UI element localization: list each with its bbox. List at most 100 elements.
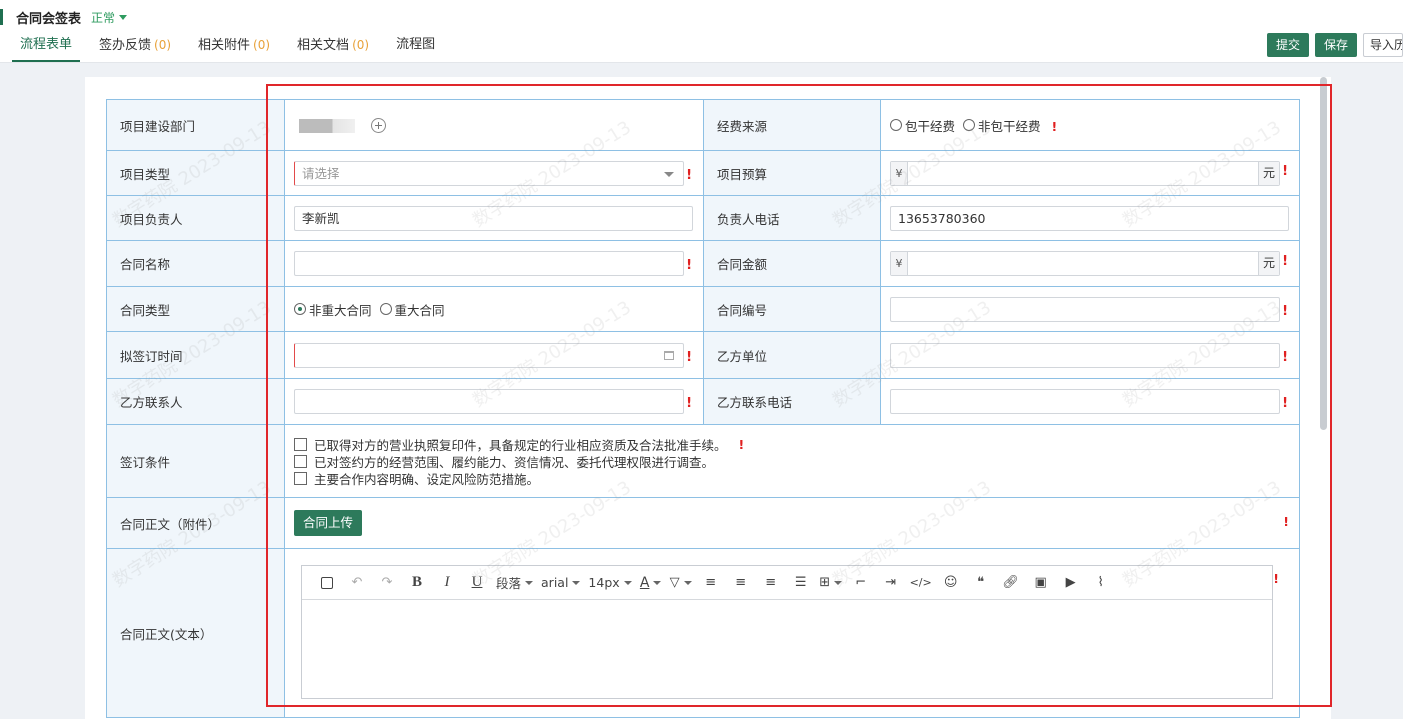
emoji-icon[interactable]: ☺ bbox=[936, 573, 966, 593]
tab-count: (0) bbox=[253, 38, 271, 52]
align-left-icon[interactable]: ≡ bbox=[696, 573, 726, 593]
sign-date-label: 拟签订时间 bbox=[106, 331, 285, 379]
conditions-cell: 已取得对方的营业执照复印件，具备规定的行业相应资质及合法批准手续。! 已对签约方… bbox=[284, 424, 1300, 498]
status-dropdown[interactable]: 正常 bbox=[91, 9, 128, 26]
tab-label: 流程表单 bbox=[20, 37, 73, 52]
contract-name-input[interactable]: ! bbox=[294, 251, 692, 276]
contract-name-label: 合同名称 bbox=[106, 240, 285, 287]
page-header: 合同会签表 正常 流程表单 签办反馈 (0) 相关附件 (0) 相关文档 (0) 流程… bbox=[0, 0, 1403, 63]
project-type-select[interactable]: 请选择! bbox=[294, 160, 692, 186]
radio-icon bbox=[379, 303, 392, 315]
required-mark: ! bbox=[1283, 514, 1289, 529]
owner-label: 项目负责人 bbox=[106, 195, 285, 241]
underline-icon[interactable]: U bbox=[462, 573, 492, 593]
image-icon[interactable]: ▣ bbox=[1026, 573, 1056, 593]
owner-phone-cell: 13653780360 bbox=[880, 195, 1300, 241]
contract-type-cell: 非重大合同 重大合同 bbox=[284, 286, 704, 332]
contract-type-minor[interactable]: 非重大合同 bbox=[294, 300, 372, 319]
align-right-icon[interactable]: ≡ bbox=[726, 573, 756, 593]
party-b-phone-cell: ! bbox=[880, 378, 1300, 425]
party-b-contact-cell: ! bbox=[284, 378, 704, 425]
contract-type-label: 合同类型 bbox=[106, 286, 285, 332]
checkbox-icon bbox=[294, 437, 307, 451]
scrollbar[interactable] bbox=[1320, 77, 1327, 430]
checkbox-icon bbox=[294, 471, 307, 485]
quote-icon[interactable]: ❝ bbox=[966, 573, 996, 593]
required-mark: ! bbox=[1282, 303, 1288, 319]
indent-icon[interactable]: ⇥ bbox=[876, 573, 906, 593]
dept-cell bbox=[284, 99, 704, 151]
dept-label: 项目建设部门 bbox=[106, 99, 285, 151]
party-b-contact-input[interactable]: ! bbox=[294, 389, 692, 414]
justify-icon[interactable]: ☰ bbox=[786, 573, 816, 593]
funding-option-nonlump[interactable]: 非包干经费 bbox=[963, 116, 1041, 135]
contract-no-input[interactable]: ! bbox=[890, 296, 1288, 322]
tab-label: 相关文档 bbox=[297, 38, 350, 53]
required-mark: ! bbox=[1273, 571, 1279, 586]
undo-icon[interactable]: ↶ bbox=[342, 573, 372, 593]
bold-icon[interactable]: B bbox=[402, 573, 432, 593]
body-text-label: 合同正文(文本） bbox=[106, 548, 285, 718]
link-icon[interactable]: 🔗︎ bbox=[996, 573, 1026, 593]
redo-icon[interactable]: ↷ bbox=[372, 573, 402, 593]
contract-form-table: 项目建设部门 经费来源 包干经费 非包干经费 ! 项目类型 请选择! 项目预算 … bbox=[106, 99, 1300, 718]
tab-attachments[interactable]: 相关附件 (0) bbox=[190, 33, 278, 62]
contract-amount-cell: ¥ 元! bbox=[880, 240, 1300, 287]
contract-type-major[interactable]: 重大合同 bbox=[379, 300, 445, 319]
contract-amount-input-group[interactable]: ¥ 元! bbox=[890, 251, 1288, 276]
font-size-dropdown[interactable]: 14px bbox=[584, 573, 635, 593]
contract-no-label: 合同编号 bbox=[703, 286, 881, 332]
format-painter-icon[interactable]: ⌐ bbox=[846, 573, 876, 593]
dept-value-redacted bbox=[299, 118, 355, 133]
budget-input[interactable] bbox=[908, 162, 1258, 185]
table-icon[interactable]: ⊞ bbox=[816, 573, 846, 593]
status-label: 正常 bbox=[91, 10, 116, 25]
italic-icon[interactable]: I bbox=[432, 573, 462, 593]
caret-down-icon bbox=[119, 14, 128, 20]
required-mark: ! bbox=[686, 167, 692, 183]
owner-cell: 李新凯 bbox=[284, 195, 704, 241]
dropdown-arrow-icon bbox=[572, 580, 581, 585]
tab-documents[interactable]: 相关文档 (0) bbox=[289, 33, 377, 62]
party-b-phone-input[interactable]: ! bbox=[890, 389, 1288, 414]
condition-checkbox[interactable]: 已取得对方的营业执照复印件，具备规定的行业相应资质及合法批准手续。! bbox=[294, 436, 1290, 453]
sign-date-picker[interactable]: ! bbox=[294, 342, 692, 368]
radio-selected-icon bbox=[294, 303, 306, 315]
tab-form[interactable]: 流程表单 bbox=[12, 33, 81, 62]
budget-input-group[interactable]: ¥ 元! bbox=[890, 160, 1288, 186]
condition-checkbox[interactable]: 已对签约方的经营范围、履约能力、资信情况、委托代理权限进行调查。 bbox=[294, 453, 1290, 470]
highlight-icon[interactable]: ▽ bbox=[666, 573, 696, 593]
source-code-icon[interactable] bbox=[312, 573, 342, 593]
owner-phone-label: 负责人电话 bbox=[703, 195, 881, 241]
tab-feedback[interactable]: 签办反馈 (0) bbox=[91, 33, 179, 62]
radio-label: 非重大合同 bbox=[309, 302, 372, 318]
import-history-button[interactable]: 导入历史流程 bbox=[1363, 33, 1403, 57]
required-mark: ! bbox=[1282, 163, 1288, 179]
page-title: 合同会签表 bbox=[16, 11, 82, 27]
funding-option-lump[interactable]: 包干经费 bbox=[890, 116, 955, 135]
owner-input[interactable]: 李新凯 bbox=[294, 205, 693, 231]
add-circle-icon[interactable] bbox=[371, 118, 386, 133]
submit-button[interactable]: 提交 bbox=[1266, 33, 1309, 57]
tab-label: 流程图 bbox=[396, 37, 436, 52]
video-icon[interactable]: ▶ bbox=[1056, 573, 1086, 593]
chart-icon[interactable]: ⌇ bbox=[1086, 573, 1116, 593]
font-color-icon[interactable]: A bbox=[636, 573, 666, 593]
condition-checkbox[interactable]: 主要合作内容明确、设定风险防范措施。 bbox=[294, 470, 1290, 487]
owner-phone-input[interactable]: 13653780360 bbox=[890, 205, 1289, 231]
font-dropdown[interactable]: arial bbox=[537, 573, 584, 593]
paragraph-label: 段落 bbox=[496, 576, 522, 591]
action-bar: 提交 保存 导入历史流程 bbox=[1261, 33, 1403, 57]
radio-label: 重大合同 bbox=[394, 302, 445, 318]
party-b-input[interactable]: ! bbox=[890, 342, 1288, 368]
required-mark: ! bbox=[686, 349, 692, 365]
upload-contract-button[interactable]: 合同上传 bbox=[294, 510, 363, 536]
currency-prefix: ¥ bbox=[891, 161, 908, 185]
code-block-icon[interactable]: </> bbox=[906, 573, 936, 593]
align-center-icon[interactable]: ≡ bbox=[756, 573, 786, 593]
contract-amount-input[interactable] bbox=[908, 252, 1258, 275]
required-mark: ! bbox=[686, 258, 692, 273]
tab-flowchart[interactable]: 流程图 bbox=[388, 33, 443, 62]
save-button[interactable]: 保存 bbox=[1314, 33, 1357, 57]
paragraph-dropdown[interactable]: 段落 bbox=[492, 573, 537, 593]
